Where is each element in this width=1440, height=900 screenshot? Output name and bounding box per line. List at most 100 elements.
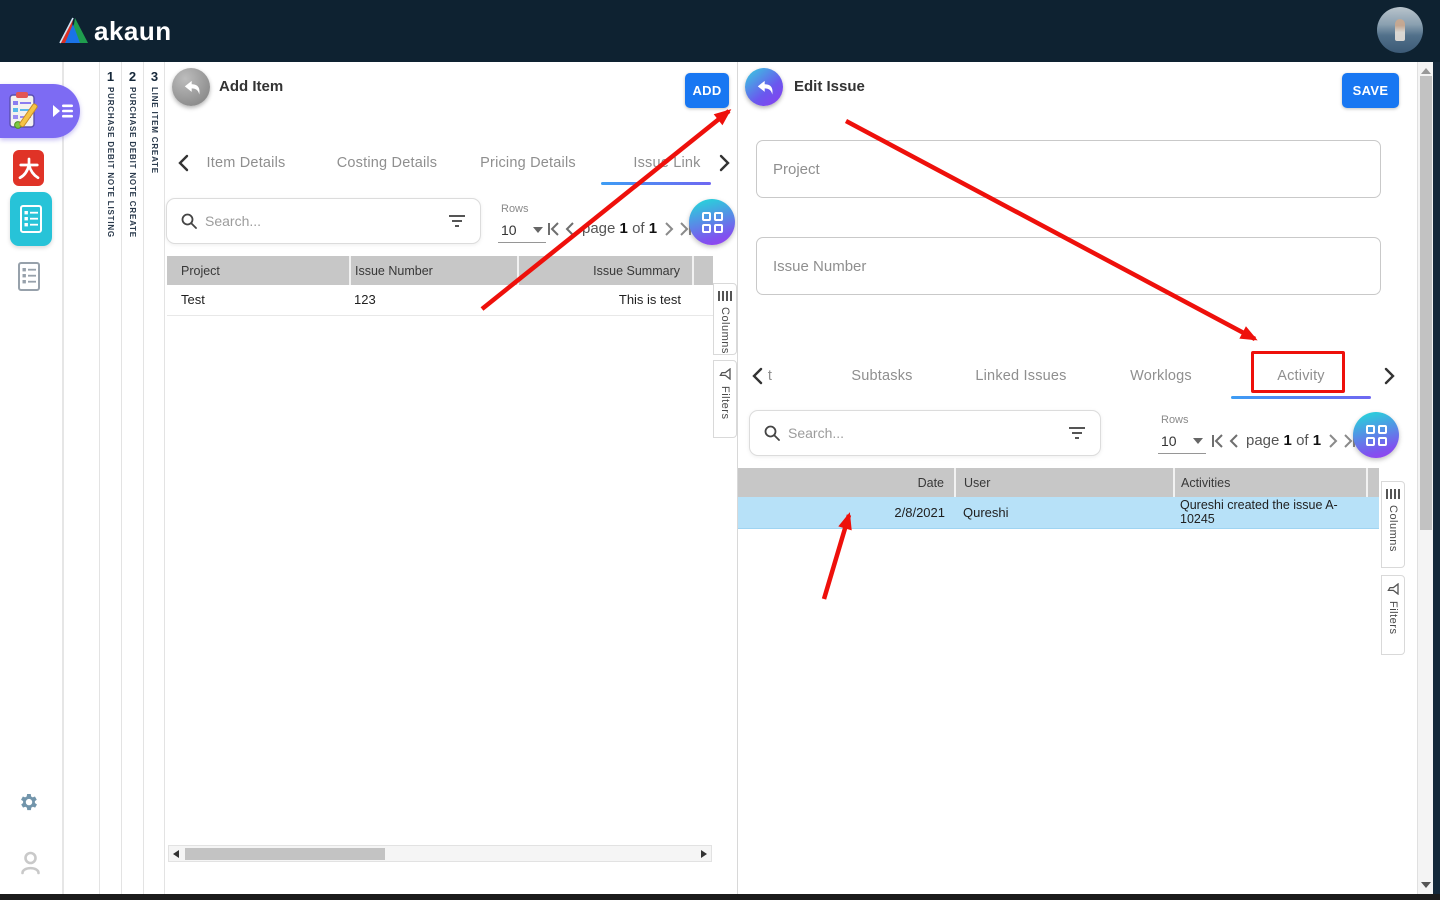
tab-issue-link-active[interactable]: Issue Link [633, 155, 700, 171]
vertical-scrollbar[interactable] [1417, 62, 1433, 894]
tab-activity-active[interactable]: Activity [1277, 368, 1325, 384]
da-app-icon[interactable] [13, 150, 44, 186]
settings-gear-icon[interactable] [18, 792, 40, 814]
column-header-date[interactable]: Date [738, 468, 956, 497]
cell-issue-number: 123 [350, 285, 518, 316]
horizontal-scrollbar[interactable] [168, 845, 712, 862]
brand-wordmark: akaun [94, 16, 172, 46]
rows-per-page-value: 10 [1161, 432, 1177, 449]
columns-label: Columns [1387, 505, 1399, 552]
filters-side-tab[interactable]: Filters [1381, 575, 1405, 655]
column-header-issue-summary[interactable]: Issue Summary [518, 256, 694, 285]
columns-icon [1386, 489, 1400, 499]
rows-per-page-value: 10 [501, 221, 517, 238]
prev-page-button[interactable] [1229, 433, 1239, 448]
tab-linked-issues[interactable]: Linked Issues [975, 368, 1066, 384]
active-tab-underline [601, 182, 711, 185]
active-module-icon[interactable] [0, 84, 80, 138]
workspace-tab-number: 3 [150, 69, 159, 84]
search-input[interactable] [205, 213, 448, 229]
collapse-menu-icon [53, 104, 73, 118]
prev-page-button[interactable] [565, 221, 575, 236]
back-arrow-icon [757, 80, 773, 95]
filter-funnel-icon [719, 368, 731, 380]
top-header: akaun [0, 0, 1440, 62]
app-sidebar [0, 62, 80, 894]
workspace-tab-label: PURCHASE DEBIT NOTE CREATE [128, 87, 137, 238]
add-button[interactable]: ADD [685, 73, 729, 108]
search-card [749, 410, 1101, 456]
workspace-tab-strip: 1 PURCHASE DEBIT NOTE LISTING 2 PURCHASE… [63, 62, 164, 894]
rows-per-page-select[interactable]: 10 [498, 217, 546, 243]
ledger-app-icon[interactable] [10, 192, 52, 246]
issue-link-table: Project Issue Number Issue Summary Test … [167, 256, 713, 316]
save-button[interactable]: SAVE [1342, 73, 1399, 108]
pagination: page 1 of 1 [547, 220, 692, 237]
tabs-scroll-left-icon[interactable] [177, 154, 190, 172]
tab-subtasks[interactable]: Subtasks [851, 368, 912, 384]
workspace-tab-line-item-create[interactable]: 3 LINE ITEM CREATE [143, 62, 165, 894]
scroll-right-arrow-icon[interactable] [701, 850, 707, 858]
cell-date: 2/8/2021 [738, 497, 955, 529]
user-avatar[interactable] [1377, 7, 1423, 53]
project-input[interactable] [757, 141, 1380, 197]
inactive-list-icon[interactable] [17, 261, 41, 293]
panel-title: Add Item [219, 78, 284, 95]
issue-number-field[interactable] [756, 237, 1381, 295]
next-page-button[interactable] [1328, 433, 1338, 448]
horizontal-scroll-thumb[interactable] [185, 848, 385, 860]
tab-pricing-details[interactable]: Pricing Details [480, 155, 576, 171]
filter-list-icon[interactable] [448, 214, 466, 228]
table-row-selected[interactable]: 2/8/2021 Qureshi Qureshi created the iss… [738, 497, 1379, 529]
window-right-edge [1433, 62, 1440, 894]
filters-label: Filters [719, 386, 731, 420]
columns-side-tab[interactable]: Columns [1381, 481, 1405, 568]
page-indicator: page 1 of 1 [582, 220, 658, 237]
column-header-activities[interactable]: Activities [1174, 468, 1368, 497]
workspace-tab-purchase-debit-note-listing[interactable]: 1 PURCHASE DEBIT NOTE LISTING [99, 62, 121, 894]
grid-view-button[interactable] [1353, 412, 1399, 458]
cell-stub [1367, 497, 1379, 529]
page-indicator: page 1 of 1 [1246, 432, 1322, 449]
column-header-stub [1367, 468, 1379, 497]
next-page-button[interactable] [664, 221, 674, 236]
vertical-scroll-thumb[interactable] [1420, 76, 1432, 530]
tabs-scroll-right-icon[interactable] [718, 154, 731, 172]
filter-list-icon[interactable] [1068, 426, 1086, 440]
issue-number-input[interactable] [757, 238, 1380, 294]
clipboard-illustration-icon [9, 92, 38, 129]
scroll-up-arrow-icon[interactable] [1421, 68, 1431, 74]
tabs-scroll-right-icon[interactable] [1383, 367, 1396, 385]
rows-per-page-select[interactable]: 10 [1158, 428, 1206, 454]
scroll-down-arrow-icon[interactable] [1421, 882, 1431, 888]
workspace-tab-purchase-debit-note-create[interactable]: 2 PURCHASE DEBIT NOTE CREATE [121, 62, 143, 894]
tabs-scroll-left-icon[interactable] [751, 367, 764, 385]
tab-item-details[interactable]: Item Details [207, 155, 286, 171]
activity-table: Date User Activities 2/8/2021 Qureshi Qu… [738, 468, 1379, 529]
profile-person-icon[interactable] [20, 851, 41, 875]
back-button[interactable] [745, 68, 783, 106]
column-header-issue-number[interactable]: Issue Number [350, 256, 519, 285]
tab-partial[interactable]: t [768, 368, 772, 384]
first-page-button[interactable] [547, 221, 560, 236]
column-header-user[interactable]: User [955, 468, 1175, 497]
scroll-left-arrow-icon[interactable] [173, 850, 179, 858]
filters-side-tab[interactable]: Filters [713, 360, 737, 438]
back-button[interactable] [172, 68, 210, 106]
add-item-panel: Add Item ADD Item Details Costing Detail… [164, 62, 737, 894]
tab-worklogs[interactable]: Worklogs [1130, 368, 1192, 384]
grid-view-button[interactable] [689, 199, 735, 245]
first-page-button[interactable] [1211, 433, 1224, 448]
project-field[interactable] [756, 140, 1381, 198]
da-character-icon [18, 157, 39, 180]
columns-side-tab[interactable]: Columns [713, 283, 737, 355]
search-input[interactable] [788, 425, 1068, 441]
tab-costing-details[interactable]: Costing Details [337, 155, 438, 171]
panel-title: Edit Issue [794, 78, 865, 95]
table-row[interactable]: Test 123 This is test [167, 285, 713, 316]
column-header-project[interactable]: Project [167, 256, 351, 285]
pagination: page 1 of 1 [1211, 432, 1356, 449]
list-table-icon [20, 205, 42, 233]
workspace-tab-number: 2 [128, 69, 137, 84]
cell-project: Test [167, 285, 350, 316]
